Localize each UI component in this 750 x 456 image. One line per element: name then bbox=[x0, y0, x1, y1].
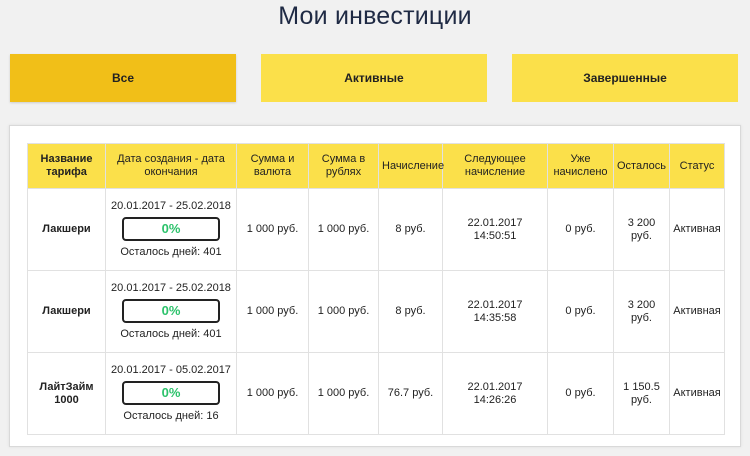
cell-accrual: 76.7 руб. bbox=[378, 352, 443, 435]
header-amount-rub: Сумма в рублях bbox=[308, 143, 379, 189]
next-accrual-date: 22.01.2017 bbox=[467, 216, 523, 229]
cell-amount-rub: 1 000 руб. bbox=[308, 270, 379, 353]
cell-accrued: 0 руб. bbox=[547, 270, 614, 353]
tab-completed[interactable]: Завершенные bbox=[512, 54, 738, 102]
days-left: Осталось дней: 401 bbox=[120, 246, 222, 258]
header-next-accrual: Следующее начисление bbox=[442, 143, 548, 189]
cell-accrued: 0 руб. bbox=[547, 352, 614, 435]
tab-active[interactable]: Активные bbox=[261, 54, 487, 102]
progress-value: 0% bbox=[161, 385, 181, 400]
cell-accrued: 0 руб. bbox=[547, 188, 614, 271]
cell-accrual: 8 руб. bbox=[378, 188, 443, 271]
days-left: Осталось дней: 401 bbox=[120, 328, 222, 340]
next-accrual-time: 14:35:58 bbox=[473, 311, 517, 324]
cell-status: Активная bbox=[669, 352, 725, 435]
cell-tariff: ЛайтЗайм 1000 bbox=[27, 352, 106, 435]
date-range: 20.01.2017 - 05.02.2017 bbox=[111, 364, 231, 376]
page-title: Мои инвестиции bbox=[278, 2, 472, 30]
progress-value: 0% bbox=[161, 303, 181, 318]
cell-tariff: Лакшери bbox=[27, 270, 106, 353]
header-amount: Сумма и валюта bbox=[236, 143, 309, 189]
date-range: 20.01.2017 - 25.02.2018 bbox=[111, 200, 231, 212]
header-accrued: Уже начислено bbox=[547, 143, 614, 189]
cell-remaining: 1 150.5 руб. bbox=[613, 352, 670, 435]
progress-box: 0% bbox=[122, 381, 220, 405]
days-left: Осталось дней: 16 bbox=[123, 410, 219, 422]
header-tariff: Название тарифа bbox=[27, 143, 106, 189]
table-header-row: Название тарифа Дата создания - дата око… bbox=[27, 143, 725, 189]
table-row: Лакшери 20.01.2017 - 25.02.2018 0% Остал… bbox=[27, 188, 725, 271]
progress-value: 0% bbox=[161, 221, 181, 236]
cell-dates: 20.01.2017 - 25.02.2018 0% Осталось дней… bbox=[105, 270, 237, 353]
filter-tabs: Все Активные Завершенные bbox=[10, 54, 740, 102]
header-remaining: Осталось bbox=[613, 143, 670, 189]
cell-amount-rub: 1 000 руб. bbox=[308, 352, 379, 435]
cell-status: Активная bbox=[669, 188, 725, 271]
cell-amount: 1 000 руб. bbox=[236, 352, 309, 435]
cell-status: Активная bbox=[669, 270, 725, 353]
investments-table: Название тарифа Дата создания - дата око… bbox=[27, 143, 725, 435]
cell-amount: 1 000 руб. bbox=[236, 270, 309, 353]
cell-amount: 1 000 руб. bbox=[236, 188, 309, 271]
next-accrual-date: 22.01.2017 bbox=[467, 298, 523, 311]
header-accrual: Начисление bbox=[378, 143, 444, 189]
table-row: ЛайтЗайм 1000 20.01.2017 - 05.02.2017 0%… bbox=[27, 352, 725, 435]
header-status: Статус bbox=[669, 143, 725, 189]
cell-remaining: 3 200 руб. bbox=[613, 270, 670, 353]
cell-remaining: 3 200 руб. bbox=[613, 188, 670, 271]
cell-next-accrual: 22.01.2017 14:50:51 bbox=[442, 188, 548, 271]
next-accrual-time: 14:26:26 bbox=[473, 393, 517, 406]
investments-card: Название тарифа Дата создания - дата око… bbox=[9, 125, 741, 447]
date-range: 20.01.2017 - 25.02.2018 bbox=[111, 282, 231, 294]
table-row: Лакшери 20.01.2017 - 25.02.2018 0% Остал… bbox=[27, 270, 725, 353]
tab-all[interactable]: Все bbox=[10, 54, 236, 102]
cell-dates: 20.01.2017 - 25.02.2018 0% Осталось дней… bbox=[105, 188, 237, 271]
cell-next-accrual: 22.01.2017 14:26:26 bbox=[442, 352, 548, 435]
cell-amount-rub: 1 000 руб. bbox=[308, 188, 379, 271]
progress-box: 0% bbox=[122, 299, 220, 323]
next-accrual-date: 22.01.2017 bbox=[467, 380, 523, 393]
cell-tariff: Лакшери bbox=[27, 188, 106, 271]
cell-accrual: 8 руб. bbox=[378, 270, 443, 353]
header-dates: Дата создания - дата окончания bbox=[105, 143, 237, 189]
next-accrual-time: 14:50:51 bbox=[473, 229, 517, 242]
cell-dates: 20.01.2017 - 05.02.2017 0% Осталось дней… bbox=[105, 352, 237, 435]
cell-next-accrual: 22.01.2017 14:35:58 bbox=[442, 270, 548, 353]
progress-box: 0% bbox=[122, 217, 220, 241]
